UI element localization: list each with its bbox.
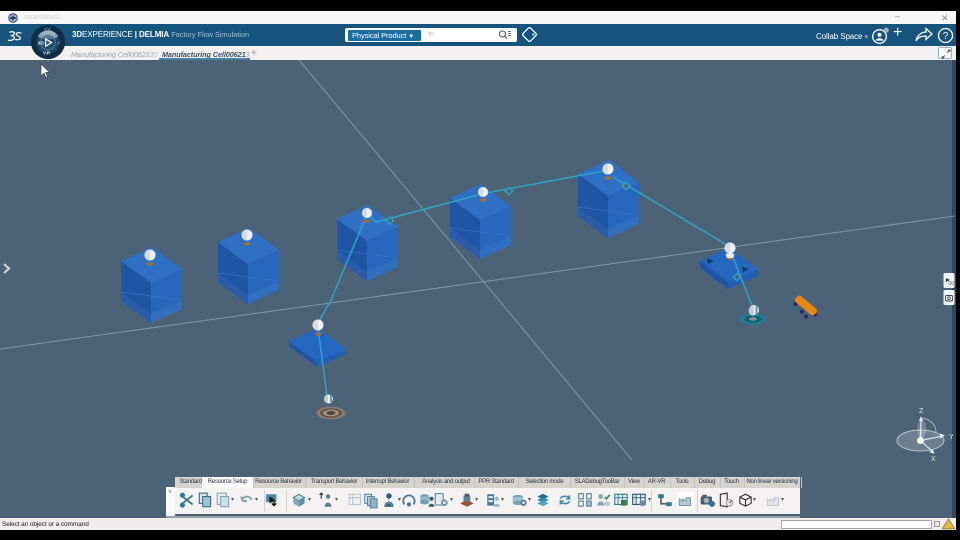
svg-text:Z: Z — [919, 408, 924, 415]
svg-text:3D: 3D — [38, 41, 45, 47]
svg-text:?: ? — [943, 31, 949, 42]
svg-text:V.R: V.R — [43, 51, 51, 56]
svg-text:X: X — [931, 456, 936, 463]
svg-text:00: 00 — [949, 281, 955, 287]
svg-text:Y: Y — [949, 434, 954, 441]
